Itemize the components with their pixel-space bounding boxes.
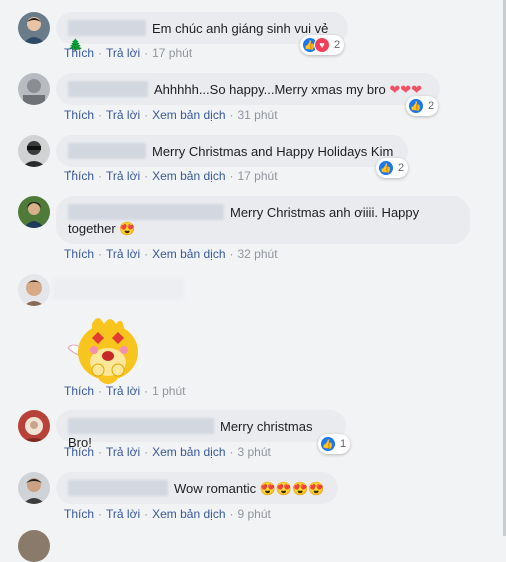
reaction-count: 2 <box>428 100 435 112</box>
thumbs-up-icon: 👍 <box>378 160 394 176</box>
comment-text-line-2: together <box>68 221 116 236</box>
reply-link[interactable]: Trả lời <box>106 507 140 521</box>
reply-link[interactable]: Trả lời <box>106 445 140 459</box>
comment-text: Wow romantic <box>174 481 257 496</box>
reaction-summary[interactable]: 👍 ♥ 2 <box>300 35 345 55</box>
author-name-blurred[interactable] <box>52 278 184 300</box>
reaction-summary[interactable]: 👍 1 <box>318 434 351 454</box>
comment-actions: Thích · Trả lời · Xem bản dịch · 9 phút <box>64 507 271 521</box>
reply-link[interactable]: Trả lời <box>106 384 140 398</box>
avatar[interactable] <box>18 73 50 105</box>
sticker-image[interactable] <box>64 308 144 388</box>
avatar[interactable] <box>18 196 50 228</box>
like-link[interactable]: Thích <box>64 507 94 521</box>
comment-actions: Thích · Trả lời · 1 phút <box>64 384 186 398</box>
avatar[interactable] <box>18 12 50 44</box>
translate-link[interactable]: Xem bản dịch <box>152 445 225 459</box>
reaction-count: 2 <box>398 162 405 174</box>
reply-link[interactable]: Trả lời <box>106 169 140 183</box>
comment-actions: Thích · Trả lời · Xem bản dịch · 3 phút <box>64 445 271 459</box>
comment-text: Em chúc anh giáng sinh vui vẻ <box>152 21 329 36</box>
like-link[interactable]: Thích <box>64 108 94 122</box>
thumbs-up-icon: 👍 <box>320 436 336 452</box>
timestamp[interactable]: 3 phút <box>238 445 271 459</box>
heart-eyes-emoji: 😍 <box>119 221 136 236</box>
translate-link[interactable]: Xem bản dịch <box>152 169 225 183</box>
reply-link[interactable]: Trả lời <box>106 108 140 122</box>
timestamp[interactable]: 31 phút <box>238 108 278 122</box>
reaction-summary[interactable]: 👍 2 <box>376 158 409 178</box>
comment-text-line-1: Merry Christmas anh ơiiii. Happy <box>230 205 420 220</box>
timestamp[interactable]: 17 phút <box>238 169 278 183</box>
comment-text: Ahhhhh...So happy...Merry xmas my bro <box>154 82 386 97</box>
timestamp[interactable]: 9 phút <box>238 507 271 521</box>
author-name-blurred[interactable] <box>68 81 148 97</box>
author-name-blurred[interactable] <box>68 20 146 36</box>
timestamp[interactable]: 32 phút <box>238 247 278 261</box>
comment-actions: Thích · Trả lời · 17 phút <box>64 46 193 60</box>
like-link[interactable]: Thích <box>64 169 94 183</box>
heart-emojis: ❤❤❤ <box>389 82 423 97</box>
avatar[interactable] <box>18 472 50 504</box>
comment-bubble: Ahhhhh...So happy...Merry xmas my bro ❤❤… <box>56 73 440 105</box>
comment-bubble: Merry Christmas anh ơiiii. Happy togethe… <box>56 196 470 244</box>
reaction-count: 2 <box>334 39 341 51</box>
comment-actions: Thích · Trả lời · Xem bản dịch · 17 phút <box>64 169 278 183</box>
reaction-count: 1 <box>340 438 347 450</box>
reaction-summary[interactable]: 👍 2 <box>406 96 439 116</box>
comment-bubble: Merry christmas Bro! <box>56 410 346 450</box>
heart-icon: ♥ <box>314 37 330 53</box>
like-link[interactable]: Thích <box>64 46 94 60</box>
avatar[interactable] <box>18 410 50 442</box>
reply-link[interactable]: Trả lời <box>106 247 140 261</box>
like-link[interactable]: Thích <box>64 384 94 398</box>
author-name-blurred[interactable] <box>68 418 214 434</box>
timestamp[interactable]: 1 phút <box>152 384 185 398</box>
heart-eyes-emojis: 😍😍😍😍 <box>259 481 325 496</box>
comment-bubble: Merry Christmas and Happy Holidays Kim .… <box>56 135 408 175</box>
author-name-blurred[interactable] <box>68 204 224 220</box>
translate-link[interactable]: Xem bản dịch <box>152 108 225 122</box>
avatar[interactable] <box>18 274 50 306</box>
author-name-blurred[interactable] <box>68 143 146 159</box>
thumbs-up-icon: 👍 <box>408 98 424 114</box>
translate-link[interactable]: Xem bản dịch <box>152 247 225 261</box>
reply-link[interactable]: Trả lời <box>106 46 140 60</box>
timestamp[interactable]: 17 phút <box>152 46 192 60</box>
comment-actions: Thích · Trả lời · Xem bản dịch · 31 phút <box>64 108 278 122</box>
avatar[interactable] <box>18 135 50 167</box>
avatar-partial[interactable] <box>18 530 50 562</box>
like-link[interactable]: Thích <box>64 445 94 459</box>
comment-actions: Thích · Trả lời · Xem bản dịch · 32 phút <box>64 247 278 261</box>
translate-link[interactable]: Xem bản dịch <box>152 507 225 521</box>
comment-bubble: Wow romantic 😍😍😍😍 <box>56 472 338 504</box>
like-link[interactable]: Thích <box>64 247 94 261</box>
author-name-blurred[interactable] <box>68 480 168 496</box>
